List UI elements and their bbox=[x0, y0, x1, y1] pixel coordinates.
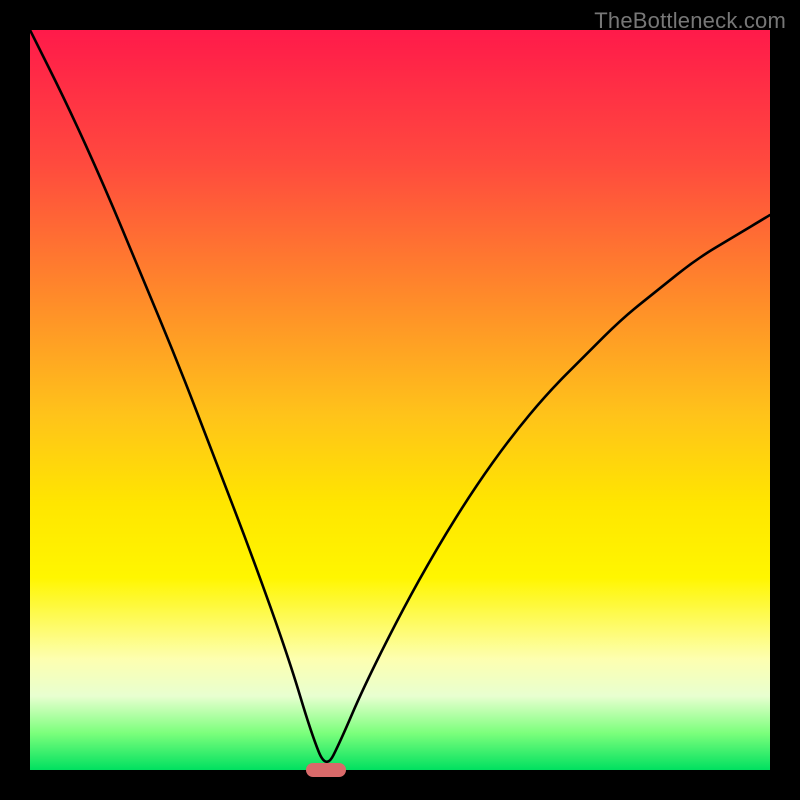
chart-background-gradient bbox=[30, 30, 770, 770]
optimum-marker bbox=[306, 763, 346, 777]
chart-frame bbox=[30, 30, 770, 770]
